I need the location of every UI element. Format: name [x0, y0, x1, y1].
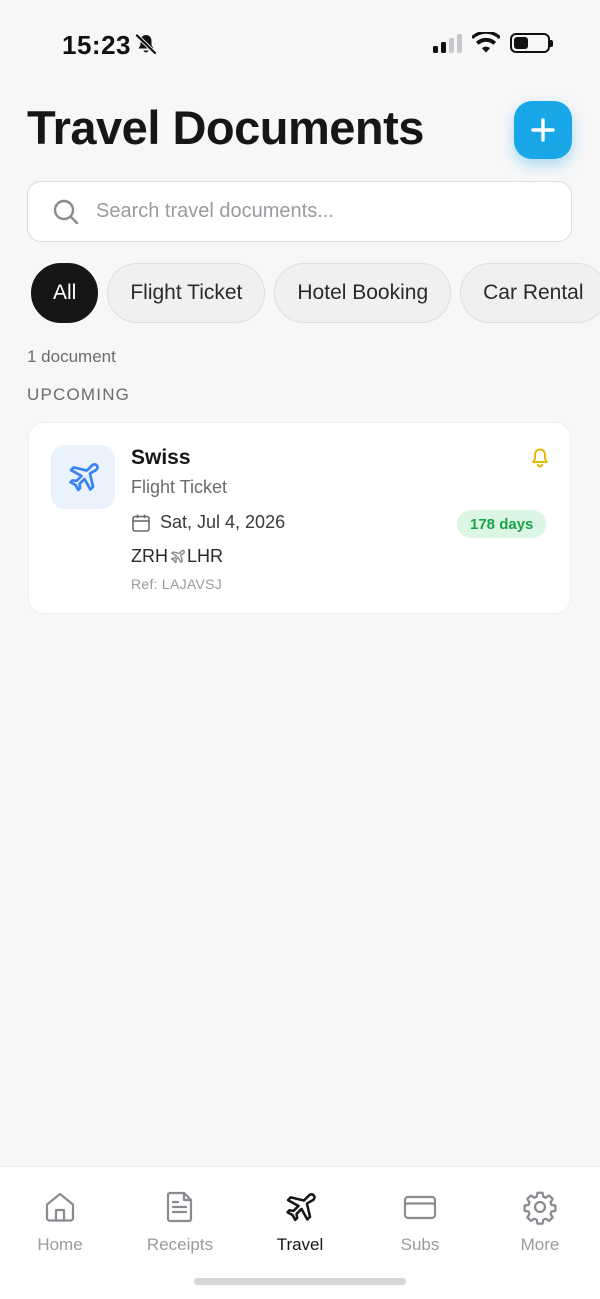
filter-chip-flight-ticket[interactable]: Flight Ticket [107, 263, 266, 323]
tab-label-travel: Travel [276, 1235, 324, 1254]
cellular-signal-icon [433, 33, 462, 53]
status-indicators [433, 32, 553, 54]
tab-receipts[interactable]: Receipts [120, 1189, 240, 1259]
status-bar: 15:23 [0, 0, 600, 90]
home-indicator[interactable] [194, 1278, 406, 1285]
days-until-badge: 178 days [457, 510, 547, 538]
tab-label-receipts: Receipts [146, 1235, 214, 1254]
route-origin: ZRH [131, 546, 168, 566]
wifi-icon [472, 32, 500, 53]
tab-label-subs: Subs [400, 1235, 440, 1254]
battery-icon [510, 33, 553, 53]
booking-reference: Ref: LAJAVSJ [131, 576, 222, 592]
document-date: Sat, Jul 4, 2026 [160, 512, 286, 532]
receipt-icon [166, 1191, 193, 1223]
page-title: Travel Documents [27, 101, 424, 154]
filter-chip-hotel-booking[interactable]: Hotel Booking [274, 263, 452, 323]
reminder-bell-icon[interactable] [529, 447, 551, 469]
search-icon [53, 199, 79, 224]
search-bar [27, 181, 572, 242]
reference-code: LAJAVSJ [161, 576, 223, 592]
status-time: 15:23 [62, 30, 131, 60]
travel-documents-screen: 15:23 Travel Documents Search travel doc… [0, 0, 600, 1299]
plus-icon [531, 118, 555, 142]
card-icon [403, 1195, 437, 1220]
search-input[interactable] [96, 200, 571, 223]
section-heading-upcoming: UPCOMING [27, 385, 131, 404]
add-document-button[interactable] [514, 101, 572, 159]
airplane-icon [286, 1193, 316, 1222]
airplane-icon [69, 462, 99, 492]
tab-home[interactable]: Home [0, 1189, 120, 1259]
document-card[interactable]: Swiss Flight Ticket Sat, Jul 4, 2026 ZRH… [28, 422, 571, 614]
bell-slash-icon [135, 34, 157, 55]
tab-label-more: More [520, 1235, 560, 1254]
tab-label-home: Home [37, 1235, 83, 1254]
document-type-tile [51, 445, 115, 509]
filter-chip-all[interactable]: All [31, 263, 99, 323]
tab-more[interactable]: More [480, 1189, 600, 1259]
tab-subs[interactable]: Subs [360, 1189, 480, 1259]
document-date-row: Sat, Jul 4, 2026 [131, 512, 285, 533]
flight-route: ZRH LHR [131, 546, 223, 567]
document-type: Flight Ticket [131, 477, 228, 497]
gear-icon [523, 1191, 557, 1225]
calendar-icon [132, 514, 150, 532]
tab-travel[interactable]: Travel [240, 1189, 360, 1259]
airplane-icon [170, 549, 186, 564]
filter-chip-car-rental[interactable]: Car Rental [460, 263, 600, 323]
home-icon [45, 1192, 75, 1222]
reference-label: Ref: [131, 576, 158, 592]
document-count: 1 document [27, 347, 116, 366]
document-title: Swiss [131, 446, 191, 469]
filter-chips: All Flight Ticket Hotel Booking Car Rental [31, 263, 600, 325]
route-destination: LHR [187, 546, 224, 566]
